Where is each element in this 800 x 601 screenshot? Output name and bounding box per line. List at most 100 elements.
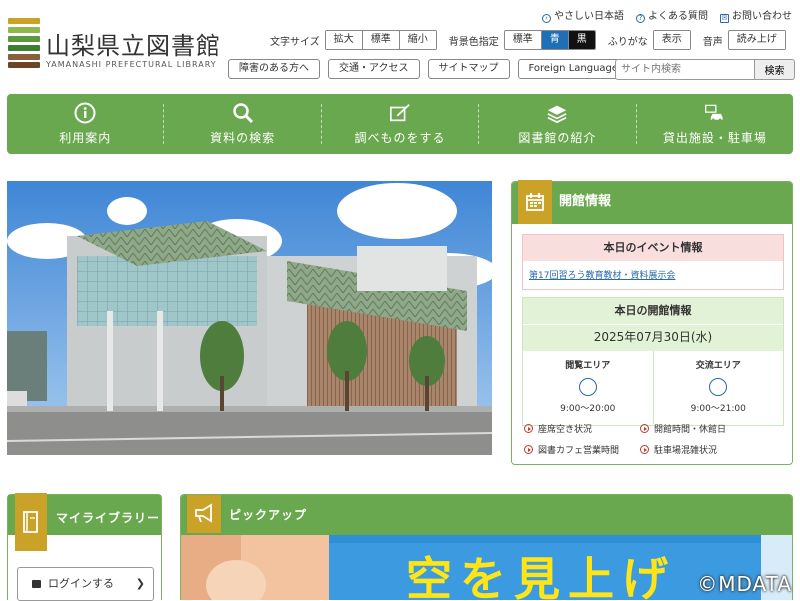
area-hours-text: 9:00〜21:00 (690, 404, 746, 414)
font-size-standard-button[interactable]: 標準 (362, 31, 400, 49)
exchange-area: 交流エリア 9:00〜21:00 (652, 351, 784, 424)
opening-hours-link[interactable]: 開館時間・休館日 (640, 422, 780, 435)
nav-item-facilities[interactable]: 貸出施設・駐車場 (637, 102, 793, 145)
utility-links: › やさしい日本語 ? よくある質問 ✉ お問い合わせ (542, 7, 792, 23)
event-heading: 本日のイベント情報 (523, 235, 783, 261)
bg-color-group: 標準 青 黒 (503, 30, 596, 50)
link-label: 図書カフェ営業時間 (538, 446, 620, 456)
site-search: 検索 (615, 59, 795, 80)
lock-icon (32, 580, 41, 588)
site-search-input[interactable] (615, 59, 755, 80)
search-icon (232, 102, 254, 124)
nav-label: 貸出施設・駐車場 (662, 131, 767, 145)
nav-item-research[interactable]: 調べものをする (322, 102, 480, 145)
font-size-smaller-button[interactable]: 縮小 (399, 31, 436, 49)
cafe-hours-link[interactable]: 図書カフェ営業時間 (524, 443, 640, 456)
bg-black-button[interactable]: 黒 (568, 31, 595, 49)
easy-japanese-label: やさしい日本語 (554, 11, 624, 22)
pickup-title: ピックアップ (229, 508, 308, 522)
nav-item-search[interactable]: 資料の検索 (164, 102, 322, 145)
my-library-header: マイライブラリー (8, 493, 161, 551)
info-links: 座席空き状況 開館時間・休館日 図書カフェ営業時間 駐車場混雑状況 (524, 422, 786, 456)
area-hours-text: 9:00〜20:00 (560, 404, 616, 414)
books-icon (546, 102, 568, 124)
today-hours-box: 本日の開館情報 2025年07月30日(水) 閲覧エリア 9:00〜20:00 … (522, 297, 784, 426)
area-hours: 閲覧エリア 9:00〜20:00 交流エリア 9:00〜21:00 (523, 351, 783, 424)
mail-icon: ✉ (720, 14, 729, 23)
bg-standard-button[interactable]: 標準 (504, 31, 542, 49)
pickup-header: ピックアップ (181, 495, 792, 535)
arrow-circle-icon (524, 424, 533, 433)
furigana-group: 表示 (652, 30, 691, 50)
bg-color-label: 背景色指定 (448, 36, 499, 48)
open-status-circle-icon (709, 378, 728, 396)
foreign-language-link[interactable]: Foreign Language (517, 59, 630, 79)
access-link[interactable]: 交通・アクセス (328, 59, 420, 79)
book-icon (15, 493, 47, 551)
info-icon (74, 102, 96, 124)
font-size-label: 文字サイズ (270, 36, 320, 48)
disability-info-link[interactable]: 障害のある方へ (228, 59, 320, 79)
easy-japanese-link[interactable]: › やさしい日本語 (542, 7, 624, 23)
copyright-watermark: ©MDATA (697, 572, 792, 596)
faq-link[interactable]: ? よくある質問 (636, 7, 708, 23)
contact-link[interactable]: ✉ お問い合わせ (720, 7, 792, 23)
font-size-larger-button[interactable]: 拡大 (325, 31, 363, 49)
nav-item-about[interactable]: 図書館の紹介 (479, 102, 637, 145)
nav-item-guide[interactable]: 利用案内 (7, 102, 165, 145)
login-label: ログインする (48, 577, 114, 590)
nav-label: 資料の検索 (210, 131, 276, 145)
link-label: 座席空き状況 (538, 425, 593, 435)
login-button[interactable]: ログインする ❯ (17, 567, 154, 601)
banner-text: 空を見上げ (406, 552, 676, 600)
opening-info-header: 開館情報 (512, 180, 792, 224)
today-date: 2025年07月30日(水) (523, 324, 783, 351)
link-label: 開館時間・休館日 (654, 425, 727, 435)
opening-info-title: 開館情報 (559, 194, 612, 209)
voice-group: 読み上げ (727, 30, 786, 50)
site-logo[interactable]: 山梨県立図書館 YAMANASHI PREFECTURAL LIBRARY (8, 18, 221, 72)
my-library-title: マイライブラリー (56, 511, 161, 525)
arrow-circle-icon (640, 424, 649, 433)
calendar-icon (518, 180, 552, 224)
area-name: 閲覧エリア (565, 361, 611, 371)
furigana-show-button[interactable]: 表示 (653, 31, 690, 49)
reading-area: 閲覧エリア 9:00〜20:00 (523, 351, 653, 424)
megaphone-icon (187, 495, 221, 533)
furigana-label: ふりがな (607, 36, 648, 48)
question-icon: ? (636, 14, 645, 23)
today-hours-heading: 本日の開館情報 (523, 298, 783, 324)
seat-availability-link[interactable]: 座席空き状況 (524, 422, 640, 435)
opening-info-panel: 開館情報 本日のイベント情報 第17回習ろう教育教材・資料展示会 本日の開館情報… (511, 180, 793, 465)
main-nav: 利用案内 資料の検索 調べものをする 図書館の紹介 貸出施設・駐車場 (7, 94, 793, 154)
arrow-circle-icon (524, 445, 533, 454)
link-label: 駐車場混雑状況 (654, 446, 718, 456)
quick-links: 障害のある方へ 交通・アクセス サイトマップ Foreign Language (228, 59, 630, 79)
nav-label: 利用案内 (59, 131, 112, 145)
library-building-photo (7, 181, 492, 455)
my-library-panel: マイライブラリー ログインする ❯ (7, 493, 162, 601)
car-icon (704, 102, 726, 124)
nav-label: 図書館の紹介 (518, 131, 597, 145)
font-size-group: 拡大 標準 縮小 (324, 30, 437, 50)
area-name: 交流エリア (695, 361, 741, 371)
site-search-button[interactable]: 検索 (755, 59, 795, 80)
logo-mark-icon (8, 18, 40, 68)
parking-status-link[interactable]: 駐車場混雑状況 (640, 443, 780, 456)
notebook-pen-icon (389, 102, 411, 124)
logo-subtitle: YAMANASHI PREFECTURAL LIBRARY (46, 60, 217, 69)
read-aloud-button[interactable]: 読み上げ (728, 31, 785, 49)
voice-label: 音声 (702, 36, 723, 48)
circle-arrow-icon: › (542, 14, 551, 23)
accessibility-controls: 文字サイズ 拡大 標準 縮小 背景色指定 標準 青 黒 ふりがな 表示 音声 読… (270, 30, 786, 50)
chevron-right-icon: ❯ (135, 577, 145, 590)
arrow-circle-icon (640, 445, 649, 454)
bg-blue-button[interactable]: 青 (541, 31, 569, 49)
logo-title: 山梨県立図書館 (46, 32, 221, 60)
event-link[interactable]: 第17回習ろう教育教材・資料展示会 (523, 261, 783, 288)
contact-label: お問い合わせ (732, 11, 792, 22)
nav-label: 調べものをする (354, 131, 446, 145)
open-status-circle-icon (578, 378, 597, 396)
sitemap-link[interactable]: サイトマップ (427, 59, 510, 79)
faq-label: よくある質問 (648, 11, 708, 22)
